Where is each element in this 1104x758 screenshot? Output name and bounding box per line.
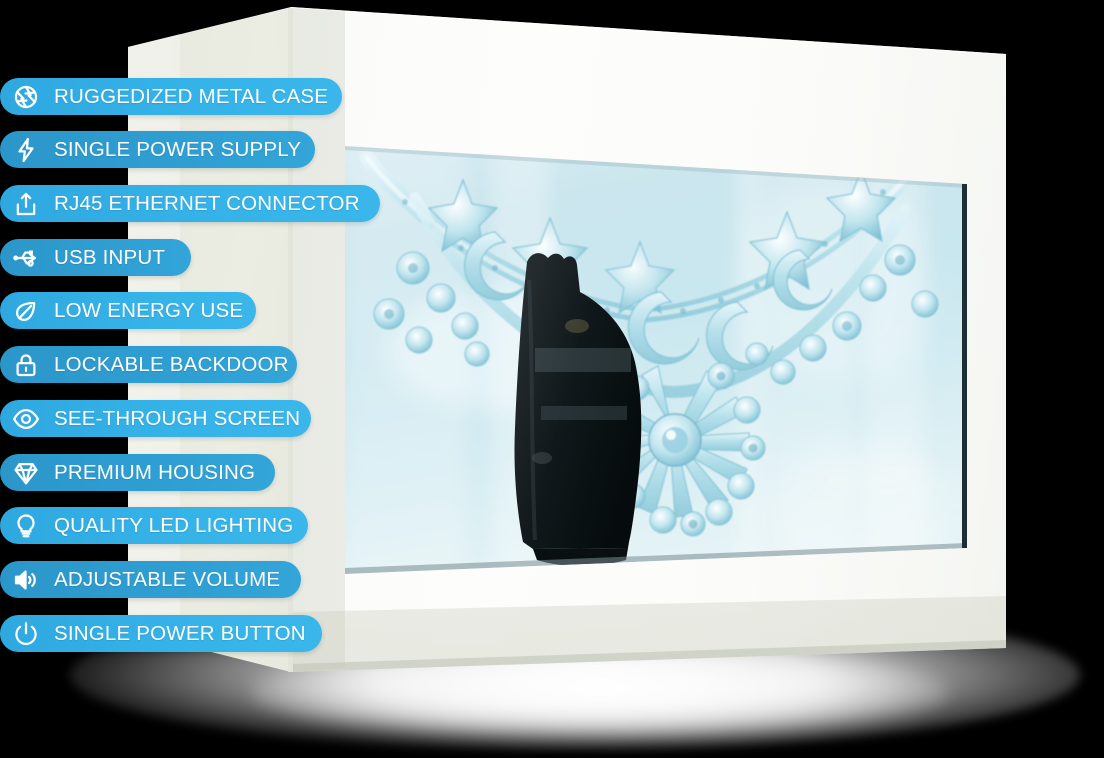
leaf-icon	[12, 297, 40, 325]
feature-pill-lockable-backdoor[interactable]: LOCKABLE BACKDOOR	[0, 346, 297, 383]
aperture-icon	[12, 83, 40, 111]
speaker-icon	[12, 566, 40, 594]
feature-pill-label: LOCKABLE BACKDOOR	[54, 352, 289, 376]
feature-pill-quality-led-lighting[interactable]: QUALITY LED LIGHTING	[0, 507, 308, 544]
lock-icon	[12, 351, 40, 379]
feature-pill-label: LOW ENERGY USE	[54, 298, 244, 322]
eye-icon	[12, 405, 40, 433]
feature-pill-label: RUGGEDIZED METAL CASE	[54, 84, 329, 108]
feature-pill-usb-input[interactable]: USB INPUT	[0, 239, 191, 276]
feature-pill-see-through-screen[interactable]: SEE-THROUGH SCREEN	[0, 400, 311, 437]
feature-pill-label: ADJUSTABLE VOLUME	[54, 567, 281, 591]
feature-pill-single-power-supply[interactable]: SINGLE POWER SUPPLY	[0, 131, 315, 168]
feature-pill-rj45-ethernet-connector[interactable]: RJ45 ETHERNET CONNECTOR	[0, 185, 380, 222]
product-feature-callout-graphic: RUGGEDIZED METAL CASE SINGLE POWER SUPPLY…	[0, 0, 1104, 758]
feature-pill-adjustable-volume[interactable]: ADJUSTABLE VOLUME	[0, 561, 301, 598]
feature-callout-list: RUGGEDIZED METAL CASE SINGLE POWER SUPPLY…	[0, 0, 1104, 758]
feature-pill-label: SINGLE POWER SUPPLY	[54, 137, 302, 161]
lightbulb-icon	[12, 512, 40, 540]
feature-pill-label: RJ45 ETHERNET CONNECTOR	[54, 191, 360, 215]
bolt-icon	[12, 136, 40, 164]
feature-pill-premium-housing[interactable]: PREMIUM HOUSING	[0, 454, 275, 491]
upload-box-icon	[12, 190, 40, 218]
diamond-icon	[12, 459, 40, 487]
feature-pill-single-power-button[interactable]: SINGLE POWER BUTTON	[0, 615, 322, 652]
feature-pill-label: PREMIUM HOUSING	[54, 460, 256, 484]
feature-pill-low-energy-use[interactable]: LOW ENERGY USE	[0, 292, 256, 329]
feature-pill-ruggedized-metal-case[interactable]: RUGGEDIZED METAL CASE	[0, 78, 342, 115]
feature-pill-label: USB INPUT	[54, 245, 166, 269]
feature-pill-label: QUALITY LED LIGHTING	[54, 513, 294, 537]
power-icon	[12, 620, 40, 648]
usb-icon	[12, 244, 40, 272]
feature-pill-label: SINGLE POWER BUTTON	[54, 621, 306, 645]
feature-pill-label: SEE-THROUGH SCREEN	[54, 406, 301, 430]
